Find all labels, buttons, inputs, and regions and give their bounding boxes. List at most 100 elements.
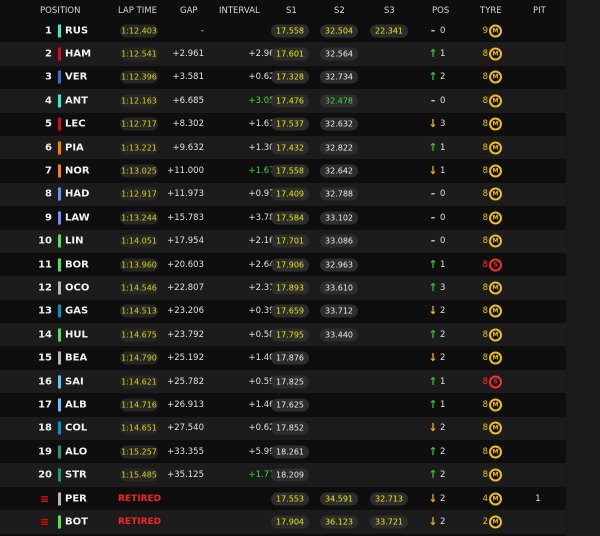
driver-code[interactable]: HAM	[65, 49, 91, 60]
sector-s1-time: 17.476	[271, 94, 309, 108]
driver-code[interactable]: BOT	[65, 516, 88, 527]
table-row[interactable]: 2 HAM 1:12.541 +2.961 +2.961 17.601 32.564 ↑ 1 8 M	[0, 42, 566, 66]
table-row[interactable]: 10 LIN 1:14.051 +17.954 +2.163 17.701 33.086-0…	[0, 229, 566, 253]
arrow-up-icon: ↑	[428, 257, 438, 271]
table-row[interactable]: 4 ANT 1:12.163 +6.685 +3.056 17.476 32.478-0 8 M	[0, 89, 566, 113]
team-color-bar	[58, 351, 61, 365]
position-change: 1	[440, 49, 446, 60]
sector-s1-time: 17.409	[271, 187, 309, 201]
position-number: 2	[45, 48, 52, 60]
table-row[interactable]: 19 ALO 1:15.257 +33.355 +5.998 18.261 ↑ 2 8 M	[0, 440, 566, 463]
medium-tyre-icon: M	[489, 328, 502, 342]
lap-time: 1:13.025	[120, 164, 158, 178]
sector-s3-time: 32.713	[370, 492, 408, 505]
table-row[interactable]: 1RUS1:12.403--17.55832.50422.341-09M	[0, 19, 566, 42]
driver-code[interactable]: VER	[65, 72, 87, 83]
position-number: 13	[38, 305, 52, 317]
driver-code[interactable]: LAW	[65, 212, 90, 223]
header-s2[interactable]: S2	[334, 6, 345, 16]
gap-value: +11.000	[167, 166, 204, 177]
driver-code[interactable]: ALB	[65, 399, 87, 410]
driver-code[interactable]: STR	[65, 470, 87, 481]
driver-code[interactable]: COL	[65, 423, 87, 434]
tyre-age: 8	[482, 212, 488, 223]
table-row[interactable]: 8 HAD 1:12.917 +11.973 +0.973 17.409 32.788-0 8…	[0, 182, 566, 207]
header-lap-time[interactable]: LAP TIME	[118, 6, 157, 16]
table-row[interactable]: 12 OCO 1:14.546 +22.807 +2.319 17.893 33.610 ↑ 3…	[0, 276, 566, 300]
table-row[interactable]: 14 HUL 1:14.675 +23.792 +0.586 17.795 33.440 ↑ 2…	[0, 323, 566, 347]
sector-s1-time: 17.558	[271, 24, 309, 38]
tyre-age: 8	[482, 259, 488, 270]
table-row[interactable]: 13 GAS 1:14.513 +23.206 +0.399 17.659 33.712 ↓ 2…	[0, 300, 566, 323]
table-row[interactable]: 16 SAI 1:14.621 +25.782 +0.590 17.825 ↑ 1 8 S	[0, 369, 566, 394]
retired-menu-icon: ≡	[40, 515, 50, 529]
gap-value: +23.792	[167, 329, 204, 340]
sector-s2-time: 33.610	[320, 281, 358, 295]
driver-code[interactable]: BOR	[65, 259, 89, 270]
driver-code[interactable]: NOR	[65, 166, 90, 177]
table-row[interactable]: 9 LAW 1:13.244 +15.783 +3.786 17.584 33.102-0 8…	[0, 206, 566, 229]
driver-code[interactable]: HAD	[65, 189, 89, 200]
header-pos[interactable]: POS	[432, 6, 449, 16]
sector-s1-time: 17.601	[271, 47, 309, 61]
tyre-age: 8	[482, 353, 488, 364]
no-change-icon: -	[430, 234, 436, 248]
header-pit[interactable]: PIT	[533, 6, 546, 16]
sector-s1-time: 18.209	[271, 468, 309, 482]
table-row[interactable]: ≡ BOT RETIRED 17.904 36.123 33.721 ↓ 2 2 M	[0, 510, 566, 534]
table-row[interactable]: 5 LEC 1:12.717 +8.302 +1.617 17.537 32.632 ↓ 3 8 M	[0, 113, 566, 136]
team-color-bar	[58, 234, 61, 248]
medium-tyre-icon: M	[489, 515, 502, 529]
table-row[interactable]: 17 ALB 1:14.716 +26.913 +1.464 17.625 ↑ 1 8 M	[0, 393, 566, 416]
sector-s2-time: 36.123	[320, 515, 358, 529]
lap-time: 1:14.621	[120, 375, 158, 389]
table-row[interactable]: 3 VER 1:12.396 +3.581 +0.620 17.328 32.734 ↑ 2 8 M	[0, 66, 566, 89]
driver-code[interactable]: RUS	[65, 25, 88, 36]
tyre-age: 8	[482, 399, 488, 410]
arrow-up-icon: ↑	[428, 280, 438, 294]
table-row[interactable]: 7 NOR 1:13.025 +11.000 +1.672 17.558 32.642 ↓ 1 8…	[0, 159, 566, 182]
team-color-bar	[58, 398, 61, 412]
header-s1[interactable]: S1	[286, 6, 297, 16]
lap-time: 1:13.244	[120, 211, 158, 225]
header-position[interactable]: POSITION	[40, 6, 80, 16]
driver-code[interactable]: OCO	[65, 282, 89, 293]
sector-s1-time: 17.876	[271, 351, 309, 365]
driver-code[interactable]: GAS	[65, 306, 88, 317]
driver-code[interactable]: PIA	[65, 142, 84, 153]
driver-code[interactable]: BEA	[65, 353, 87, 364]
header-interval[interactable]: INTERVAL	[219, 6, 260, 16]
lap-time: 1:13.960	[120, 258, 158, 272]
gap-value: +25.782	[167, 376, 204, 387]
driver-code[interactable]: PER	[65, 493, 87, 504]
team-color-bar	[58, 94, 61, 108]
sector-s1-time: 17.584	[271, 211, 309, 225]
tyre-age: 8	[482, 446, 488, 457]
table-row[interactable]: 20 STR 1:15.485 +35.125 +1.770 18.209 ↑ 2 8 M	[0, 463, 566, 487]
lap-time: 1:15.257	[120, 445, 158, 459]
position-number: 15	[38, 352, 52, 364]
driver-code[interactable]: LIN	[65, 236, 83, 247]
gap-value: +11.973	[167, 189, 204, 200]
tyre-age: 8	[482, 470, 488, 481]
table-row[interactable]: 15 BEA 1:14.790 +25.192 +1.400 17.876 ↓ 2 8 M	[0, 346, 566, 369]
header-tyre[interactable]: TYRE	[480, 6, 502, 16]
sector-s2-time: 32.564	[320, 47, 358, 61]
driver-code[interactable]: LEC	[65, 119, 86, 130]
header-gap[interactable]: GAP	[180, 6, 198, 16]
table-row[interactable]: ≡ PER RETIRED 17.553 34.591 32.713 ↓ 2 4 M 1	[0, 487, 566, 510]
driver-code[interactable]: SAI	[65, 376, 84, 387]
gap-value: +20.603	[167, 259, 204, 270]
driver-code[interactable]: HUL	[65, 329, 88, 340]
driver-code[interactable]: ANT	[65, 95, 88, 106]
header-s3[interactable]: S3	[384, 6, 395, 16]
team-color-bar	[58, 258, 61, 272]
scrollbar-track[interactable]	[566, 0, 600, 536]
position-change: 1	[440, 399, 446, 410]
table-row[interactable]: 11 BOR 1:13.960 +20.603 +2.649 17.906 32.963 ↑ 1…	[0, 253, 566, 276]
gap-value: -	[200, 25, 204, 36]
driver-code[interactable]: ALO	[65, 446, 87, 457]
sector-s2-time: 32.963	[320, 258, 358, 272]
table-row[interactable]: 18 COL 1:14.651 +27.540 +0.627 17.852 ↓ 2 8 M	[0, 416, 566, 441]
table-row[interactable]: 6 PIA 1:13.221 +9.632 +1.306 17.432 32.822 ↑ 1 8 M	[0, 135, 566, 160]
